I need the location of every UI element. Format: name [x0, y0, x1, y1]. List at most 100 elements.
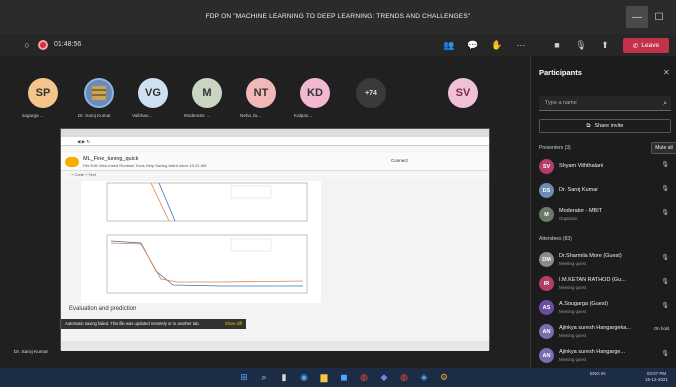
tile-name: Kalpan... [294, 113, 313, 118]
participant-role: Organizer [559, 216, 578, 221]
avatar-kd[interactable]: KD [300, 78, 330, 108]
teams-meeting-window: FDP ON "MACHINE LEARNING TO DEEP LEARNIN… [0, 0, 676, 387]
mic-off-icon: 🎙 [661, 162, 669, 168]
participant-row[interactable]: AN Ajinkya suresh Hangargeka... Meeting … [539, 322, 671, 342]
mic-off-icon: 🎙 [661, 279, 669, 285]
avatar-vg[interactable]: VG [138, 78, 168, 108]
mic-off-icon: 🎙 [661, 351, 669, 357]
colab-logo-icon [65, 157, 79, 167]
avatar: AN [539, 348, 554, 363]
participant-name: Ajinkya suresh Hangarge... [559, 349, 626, 355]
participant-role: Meeting guest [559, 309, 586, 314]
chrome-icon[interactable]: ◍ [358, 371, 370, 383]
mic-off-icon: 🎙 [661, 210, 669, 216]
participant-name: Moderator - MBIT [559, 208, 603, 214]
people-icon[interactable]: 👥 [442, 38, 456, 52]
presenters-header[interactable]: Presenters (3) [539, 145, 571, 151]
show-diff-link: Show diff [224, 321, 242, 326]
avatar: DS [539, 183, 554, 198]
cell-toolbar: + Code + Text [61, 171, 489, 179]
meeting-timer: 01:48:56 [54, 41, 82, 48]
presenter-label: Dr. Saroj Kumar [14, 350, 49, 355]
avatar: AS [539, 300, 554, 315]
avatar-sv[interactable]: SV [448, 78, 478, 108]
settings-icon[interactable]: ⚙ [438, 371, 450, 383]
avatar: AN [539, 324, 554, 339]
autosave-notification: Automatic saving failed. This file was u… [61, 319, 246, 329]
system-clock[interactable]: 03:07 PM 15-12-2021 [645, 371, 668, 383]
participant-role: Meeting guest [559, 333, 586, 338]
presenter-taskbar [61, 341, 489, 351]
mute-all-button[interactable]: Mute all [651, 142, 676, 154]
participant-name: I.M.KETAN RATHOD (Gu... [559, 277, 626, 283]
title-bar: FDP ON "MACHINE LEARNING TO DEEP LEARNIN… [0, 0, 676, 34]
participant-row[interactable]: DS Dr. Saroj Kumar 🎙 [539, 181, 671, 201]
app-icon[interactable]: ◈ [418, 371, 430, 383]
on-hold-status: On hold [653, 326, 669, 331]
mic-off-icon: 🎙 [661, 303, 669, 309]
bookmarks-bar [61, 146, 489, 153]
loss-plot-svg [106, 182, 308, 294]
recording-icon [38, 40, 48, 50]
teams-icon[interactable]: ◆ [378, 371, 390, 383]
app-icon[interactable]: ◍ [398, 371, 410, 383]
mic-icon[interactable]: 🎙 [574, 38, 588, 52]
task-view-icon[interactable]: ▮ [278, 371, 290, 383]
minimize-icon[interactable]: — [626, 6, 648, 28]
leave-button[interactable]: ✆ Leave [623, 38, 669, 53]
participant-row[interactable]: SV Shyam Viththalani 🎙 [539, 157, 671, 177]
participant-row[interactable]: AS A.Sougarga (Guest) Meeting guest 🎙 [539, 298, 671, 318]
participant-name: A.Sougarga (Guest) [559, 301, 608, 307]
store-icon[interactable]: ◼ [338, 371, 350, 383]
mic-icon: 🎙 [661, 186, 669, 192]
leave-label: Leave [641, 42, 660, 49]
avatar-nt[interactable]: NT [246, 78, 276, 108]
participant-search-input[interactable]: Type a name ⌕ [539, 96, 671, 111]
participant-name: Shyam Viththalani [559, 163, 604, 169]
reactions-icon[interactable]: ✋ [490, 38, 504, 52]
camera-icon[interactable]: ■ [550, 38, 564, 52]
tile-name: Neha Ja... [240, 113, 261, 118]
share-icon: ⧉ [586, 122, 591, 129]
avatar-sp[interactable]: SP [28, 78, 58, 108]
tile-name: Dr. Saroj Kumar [78, 113, 111, 118]
participant-row[interactable]: IR I.M.KETAN RATHOD (Gu... Meeting guest… [539, 274, 671, 294]
language-indicator[interactable]: ENG IN [590, 371, 606, 377]
more-icon[interactable]: ⋯ [514, 38, 528, 52]
file-explorer-icon[interactable]: ▆ [318, 371, 330, 383]
shield-icon[interactable]: ○ [20, 38, 34, 52]
avatar: M [539, 207, 554, 222]
edge-icon[interactable]: ◉ [298, 371, 310, 383]
tile-name: Moderator ... [184, 113, 211, 118]
share-screen-icon[interactable]: ⬆ [598, 38, 612, 52]
panel-title: Participants [539, 68, 582, 77]
participant-row[interactable]: AN Ajinkya suresh Hangarge... Meeting gu… [539, 346, 671, 366]
maximize-icon[interactable]: ☐ [648, 6, 670, 28]
participant-row[interactable]: DM Dr.Sharmila More (Guest) Meeting gues… [539, 250, 671, 270]
avatar-photo[interactable] [84, 78, 114, 108]
tile-name: sagarga ... [22, 113, 44, 118]
close-icon[interactable]: ✕ [663, 68, 670, 77]
notebook-title: ML_Fine_tuning_quick [83, 156, 139, 162]
attendees-header[interactable]: Attendees (83) [539, 236, 572, 242]
share-invite-button[interactable]: ⧉ Share invite [539, 119, 671, 133]
mic-off-icon: 🎙 [661, 255, 669, 261]
search-icon: ⌕ [663, 100, 667, 107]
overflow-count-tile[interactable]: +74 [356, 78, 386, 108]
browser-tab-strip [61, 129, 489, 137]
participant-name: Dr. Saroj Kumar [559, 187, 599, 193]
avatar-m[interactable]: M [192, 78, 222, 108]
search-icon[interactable]: ⌕ [258, 371, 270, 383]
tile-name: Vaibhav... [132, 113, 152, 118]
training-plot [81, 181, 321, 303]
participant-row[interactable]: M Moderator - MBIT Organizer 🎙 [539, 205, 671, 225]
profile-photo [92, 86, 106, 100]
participant-role: Meeting guest [559, 357, 586, 362]
avatar: SV [539, 159, 554, 174]
shared-screen: ◀ ▶ ↻ ML_Fine_tuning_quick File Edit Vie… [60, 128, 490, 351]
participant-name: Ajinkya suresh Hangargeka... [559, 325, 631, 331]
avatar: DM [539, 252, 554, 267]
window-title: FDP ON "MACHINE LEARNING TO DEEP LEARNIN… [205, 13, 471, 20]
chat-icon[interactable]: 💬 [466, 38, 480, 52]
windows-start-icon[interactable]: ⊞ [238, 371, 250, 383]
